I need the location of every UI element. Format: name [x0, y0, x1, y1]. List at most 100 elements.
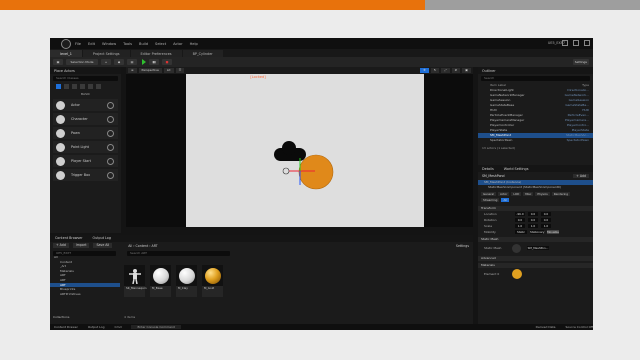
asset-label: M_Base	[152, 286, 163, 290]
selection-mode-button[interactable]: Selection Mode	[66, 59, 98, 65]
details-category-tab[interactable]: Actor	[498, 192, 510, 196]
content-drawer-button[interactable]: Content Drawer	[54, 325, 78, 329]
asset-label: SK_Mannequin	[126, 286, 147, 290]
import-button[interactable]: Import	[72, 243, 90, 248]
gold-material-thumbnail[interactable]	[512, 269, 522, 279]
details-category-tab[interactable]: LOD	[511, 192, 522, 196]
output-log-button[interactable]: Output Log	[88, 325, 105, 329]
place-actors-search[interactable]: Search Classes	[53, 76, 118, 81]
perspective-button[interactable]: Perspective	[138, 68, 162, 73]
add-component-button[interactable]: + Add	[573, 174, 589, 178]
source-control-button[interactable]: Source Control Off	[566, 325, 593, 329]
console-input[interactable]: Enter Console Command	[131, 325, 181, 329]
viewport-toolbar: ≡ Perspective Lit ☰ ✥ ↻ ⤢ # ▣	[126, 67, 473, 74]
shapes-icon[interactable]	[80, 84, 85, 89]
maximize-icon[interactable]	[573, 40, 579, 46]
place-actors-categories	[56, 84, 115, 89]
menu-item[interactable]: Window	[102, 42, 116, 46]
settings-button[interactable]: Settings	[572, 59, 589, 65]
content-settings-button[interactable]: Settings	[456, 244, 469, 248]
unreal-logo-icon[interactable]	[61, 38, 71, 49]
add-button[interactable]: + Add	[53, 243, 69, 248]
blueprint-icon[interactable]: ◆	[114, 59, 124, 65]
recent-icon[interactable]	[56, 84, 61, 89]
add-actor-icon[interactable]	[107, 115, 114, 123]
tree-folder[interactable]: ARTPrimitives	[50, 292, 120, 297]
tab-bp-cylinder[interactable]: BP_Cylinder	[182, 50, 223, 57]
add-actor-icon[interactable]	[107, 157, 114, 165]
stop-icon[interactable]: ■	[162, 59, 172, 65]
details-tabs: Details World Settings	[478, 165, 593, 172]
rotate-icon[interactable]: ↻	[430, 68, 440, 73]
tab-content-browser[interactable]: Content Browser	[50, 235, 88, 242]
lights-icon[interactable]	[72, 84, 77, 89]
add-actor-icon[interactable]: +	[101, 59, 111, 65]
add-actor-icon[interactable]	[107, 101, 114, 109]
actor-thumbnail-icon	[56, 100, 65, 110]
asset-search[interactable]: Search ART	[127, 251, 230, 256]
show-button[interactable]: ☰	[175, 68, 185, 73]
place-actor-item[interactable]: Player Start	[53, 155, 118, 167]
place-actor-item[interactable]: Pawn	[53, 127, 118, 139]
derived-data-button[interactable]: Derived Data	[536, 325, 556, 329]
add-actor-icon[interactable]	[107, 171, 114, 179]
menu-item[interactable]: Edit	[88, 42, 95, 46]
cinematics-icon[interactable]: ▤	[127, 59, 137, 65]
details-category-tab[interactable]: All	[501, 198, 509, 202]
details-category-tab[interactable]: Physics	[535, 192, 550, 196]
orange-pond-mesh[interactable]	[298, 154, 334, 190]
visual-icon[interactable]	[88, 84, 93, 89]
grid-snap-icon[interactable]: #	[451, 68, 461, 73]
place-actor-item[interactable]: Character	[53, 113, 118, 125]
camera-speed-icon[interactable]: ▣	[462, 68, 471, 73]
menu-item[interactable]: Actor	[173, 42, 182, 46]
scale-icon[interactable]: ⤢	[441, 68, 450, 73]
minimize-icon[interactable]	[562, 40, 568, 46]
scene-view[interactable]: [ Pilot Active - CineCameraActor ] [Lock…	[186, 74, 424, 227]
tab-level[interactable]: level_1	[50, 50, 82, 57]
asset-tile[interactable]: M_Base	[150, 265, 171, 297]
place-actor-item[interactable]: Actor	[53, 99, 118, 111]
details-category-tab[interactable]: Rendering	[551, 192, 571, 196]
details-category-tab[interactable]: General	[481, 192, 497, 196]
play-icon[interactable]	[142, 59, 146, 65]
tab-project-settings[interactable]: Project Settings	[82, 50, 130, 57]
translate-icon[interactable]: ✥	[420, 68, 429, 73]
object-name: SM_MeshPond	[482, 174, 505, 178]
save-icon[interactable]: ▣	[53, 59, 63, 65]
collections-section[interactable]: Collections	[53, 315, 69, 319]
menu-item[interactable]: Tools	[123, 42, 132, 46]
add-actor-icon[interactable]	[107, 129, 114, 137]
tab-details[interactable]: Details	[482, 167, 494, 171]
level-viewport[interactable]: ≡ Perspective Lit ☰ ✥ ↻ ⤢ # ▣ [ Pilot Ac…	[126, 67, 473, 227]
viewport-menu-icon[interactable]: ≡	[128, 68, 137, 73]
outliner-search[interactable]: Search	[481, 76, 590, 81]
status-bar: Content Drawer Output Log Cmd Enter Cons…	[50, 324, 593, 330]
place-actor-item[interactable]: Point Light	[53, 141, 118, 153]
save-all-button[interactable]: Save All	[93, 243, 113, 248]
details-category-tab[interactable]: Streaming	[481, 198, 500, 202]
details-category-tab[interactable]: Misc	[523, 192, 534, 196]
tab-editor-preferences[interactable]: Editor Preferences	[130, 50, 182, 57]
advanced-section[interactable]: Advanced	[478, 256, 593, 261]
asset-thumbnail	[176, 265, 197, 286]
asset-tile[interactable]: M_Clay	[176, 265, 197, 297]
lit-button[interactable]: Lit	[163, 68, 174, 73]
tab-output-log[interactable]: Output Log	[88, 235, 116, 242]
close-icon[interactable]	[584, 40, 590, 46]
menu-item[interactable]: Build	[139, 42, 148, 46]
asset-tile[interactable]: M_Gold	[202, 265, 223, 297]
volumes-icon[interactable]	[96, 84, 101, 89]
menu-item[interactable]: File	[75, 42, 81, 46]
basic-icon[interactable]	[64, 84, 69, 89]
asset-tile[interactable]: SK_Mannequin	[124, 265, 147, 297]
gold-sphere-icon	[204, 267, 221, 284]
menu-item[interactable]: Select	[155, 42, 166, 46]
tab-world-settings[interactable]: World Settings	[504, 167, 529, 171]
pause-icon[interactable]: ▮▮	[149, 59, 159, 65]
pivot-icon[interactable]	[282, 167, 290, 175]
cmd-button[interactable]: Cmd	[115, 325, 122, 329]
menu-item[interactable]: Help	[190, 42, 198, 46]
place-actor-item[interactable]: Trigger Box	[53, 169, 118, 181]
add-actor-icon[interactable]	[107, 143, 114, 151]
